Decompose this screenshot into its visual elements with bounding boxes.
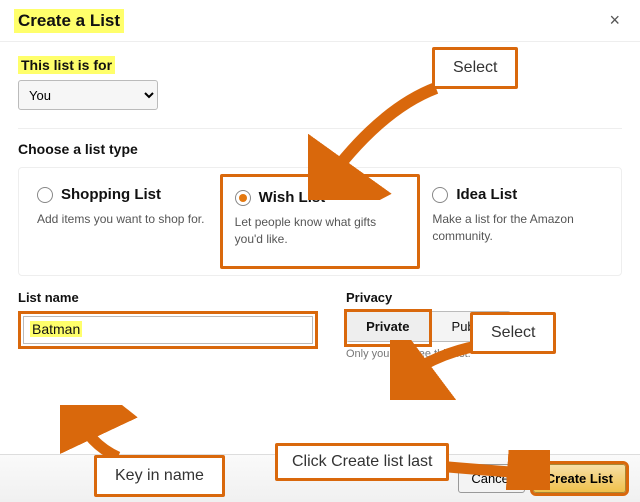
card-idea-list[interactable]: Idea List Make a list for the Amazon com… xyxy=(420,174,615,269)
card-wish-list[interactable]: Wish List Let people know what gifts you… xyxy=(220,174,421,269)
radio-icon[interactable] xyxy=(432,187,448,203)
divider xyxy=(18,128,622,129)
privacy-toggle: Private Public xyxy=(346,311,511,342)
list-type-cards: Shopping List Add items you want to shop… xyxy=(18,167,622,276)
create-list-button[interactable]: Create List xyxy=(533,464,626,493)
radio-icon[interactable] xyxy=(37,187,53,203)
card-title: Idea List xyxy=(456,186,517,203)
list-for-select[interactable]: You xyxy=(18,80,158,110)
choose-type-heading: Choose a list type xyxy=(18,141,622,157)
privacy-note: Only you can see this list. xyxy=(346,348,622,360)
close-icon[interactable]: × xyxy=(603,8,626,33)
radio-icon[interactable] xyxy=(235,190,251,206)
card-desc: Let people know what gifts you'd like. xyxy=(235,214,406,248)
privacy-label: Privacy xyxy=(346,290,622,305)
list-for-label: This list is for xyxy=(18,56,115,74)
card-desc: Add items you want to shop for. xyxy=(37,211,208,228)
card-desc: Make a list for the Amazon community. xyxy=(432,211,603,245)
modal-title: Create a List xyxy=(14,9,124,33)
privacy-public-button[interactable]: Public xyxy=(429,312,511,341)
list-name-label: List name xyxy=(18,290,318,305)
card-title: Shopping List xyxy=(61,186,161,203)
card-shopping-list[interactable]: Shopping List Add items you want to shop… xyxy=(25,174,220,269)
card-title: Wish List xyxy=(259,189,326,206)
privacy-private-button[interactable]: Private xyxy=(347,312,429,341)
list-name-input[interactable]: Batman xyxy=(23,316,313,344)
cancel-button[interactable]: Cancel xyxy=(458,464,524,493)
